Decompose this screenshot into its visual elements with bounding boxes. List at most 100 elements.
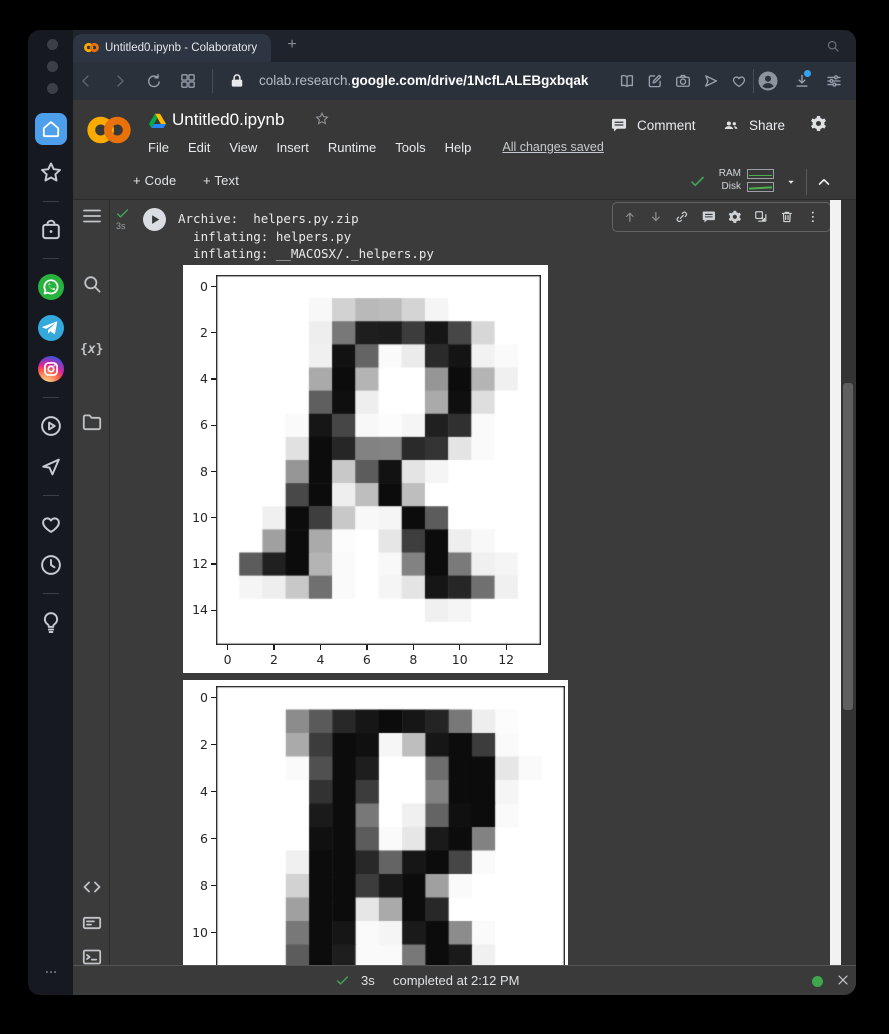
x-tick-label: 6 [362,652,371,667]
y-tick-label: 4 [200,783,208,799]
reload-icon[interactable] [145,72,163,90]
copy-link-icon[interactable] [674,209,690,226]
dock-divider [42,397,59,398]
notebook-scrollbar-track[interactable] [830,200,841,965]
command-palette-icon[interactable] [80,911,104,935]
x-tick-label: 0 [223,652,232,667]
pixel-image-canvas [216,686,565,965]
colab-sidebar: {x} [73,200,110,965]
run-cell-button[interactable] [143,208,166,231]
back-icon[interactable] [77,72,95,90]
cell-output-text: Archive: helpers.py.zip inflating: helpe… [178,211,434,261]
menu-tools[interactable]: Tools [395,140,425,155]
new-tab-button[interactable]: + [283,36,301,54]
comment-icon [610,116,628,134]
add-comment-icon[interactable] [701,209,717,226]
cell-settings-gear-icon[interactable] [727,209,743,226]
y-tick-label: 12 [192,556,208,572]
variables-icon[interactable]: {x} [80,340,104,364]
star-notebook-icon[interactable] [314,111,330,127]
screenshot-camera-icon[interactable] [674,72,692,90]
status-message: completed at 2:12 PM [393,973,520,988]
pixel-image-canvas [216,275,541,645]
menu-file[interactable]: File [148,140,169,155]
comment-button[interactable]: Comment [610,116,696,134]
y-tick-mark [211,332,216,334]
y-tick-mark [211,838,216,840]
menu-view[interactable]: View [229,140,257,155]
window-control-dot[interactable] [47,83,58,94]
menu-runtime[interactable]: Runtime [328,140,376,155]
window-scrollbar-track[interactable] [841,200,856,965]
instagram-icon[interactable] [37,356,64,382]
browser-main: Untitled0.ipynb - Colaboratory + colab.r… [73,30,856,995]
execution-status-bar: 3s completed at 2:12 PM [73,965,856,995]
ssl-lock-icon[interactable] [228,72,246,90]
edit-page-icon[interactable] [646,72,664,90]
move-cell-up-icon[interactable] [622,209,638,226]
save-status-link[interactable]: All changes saved [502,140,603,155]
tab-tiles-icon[interactable] [179,72,197,90]
tab-search-icon[interactable] [825,38,841,54]
window-control-dot[interactable] [47,61,58,72]
dock-more-icon[interactable] [39,965,63,979]
y-tick-label: 6 [200,830,208,846]
settings-gear-icon[interactable] [809,114,828,133]
address-bar[interactable]: colab.research.google.com/drive/1NcfLALE… [259,73,588,88]
delete-cell-icon[interactable] [779,209,795,226]
x-tick-label: 4 [316,652,325,667]
collapse-sections-icon[interactable] [815,173,833,191]
search-icon[interactable] [80,272,104,296]
ideas-bulb-icon[interactable] [38,609,64,635]
tab-bar: Untitled0.ipynb - Colaboratory + [73,30,856,62]
home-icon[interactable] [34,113,67,145]
scrollbar-thumb[interactable] [843,383,853,710]
window-control-dot[interactable] [47,39,58,50]
share-send-icon[interactable] [702,72,720,90]
menu-insert[interactable]: Insert [276,140,309,155]
y-tick-mark [211,932,216,934]
active-tab[interactable]: Untitled0.ipynb - Colaboratory [73,34,271,62]
resources-dropdown-icon[interactable] [785,176,797,188]
add-code-button[interactable]: + Code [133,173,176,188]
share-button[interactable]: Share [722,116,785,134]
table-of-contents-icon[interactable] [80,204,104,228]
forward-icon[interactable] [111,72,129,90]
y-tick-label: 10 [192,924,208,940]
url-prefix: colab.research. [259,73,352,88]
x-tick-label: 10 [451,652,468,667]
messenger-send-icon[interactable] [38,454,64,480]
x-tick-mark [412,645,414,650]
bookmark-heart-icon[interactable] [730,72,748,90]
close-status-icon[interactable] [835,972,851,988]
y-tick-label: 2 [200,324,208,340]
dock-divider [42,201,59,202]
history-clock-icon[interactable] [38,552,64,578]
menu-edit[interactable]: Edit [188,140,210,155]
move-cell-down-icon[interactable] [648,209,664,226]
y-tick-label: 8 [200,463,208,479]
notebook-content: {x} 3s Archive: helpers.py.zip inflating… [73,200,856,965]
colab-favicon [83,41,100,54]
disk-usage-graph[interactable] [747,182,774,192]
shopping-bag-icon[interactable] [38,217,64,243]
favorites-star-icon[interactable] [38,160,64,186]
mirror-cell-icon[interactable] [753,209,769,226]
telegram-icon[interactable] [37,315,64,341]
whatsapp-icon[interactable] [37,274,64,300]
menu-help[interactable]: Help [445,140,472,155]
profile-avatar[interactable] [756,69,780,93]
y-tick-label: 14 [192,602,208,618]
code-snippets-icon[interactable] [80,875,104,899]
reader-mode-icon[interactable] [618,72,636,90]
more-cell-actions-icon[interactable] [805,209,821,226]
ram-usage-graph[interactable] [747,169,774,179]
files-folder-icon[interactable] [80,410,104,434]
settings-sliders-icon[interactable] [825,72,843,90]
likes-heart-icon[interactable] [38,511,64,537]
video-player-icon[interactable] [38,413,64,439]
y-tick-mark [211,697,216,699]
colab-logo-icon[interactable] [84,112,134,148]
add-text-button[interactable]: + Text [203,173,239,188]
notebook-title[interactable]: Untitled0.ipynb [172,110,284,130]
